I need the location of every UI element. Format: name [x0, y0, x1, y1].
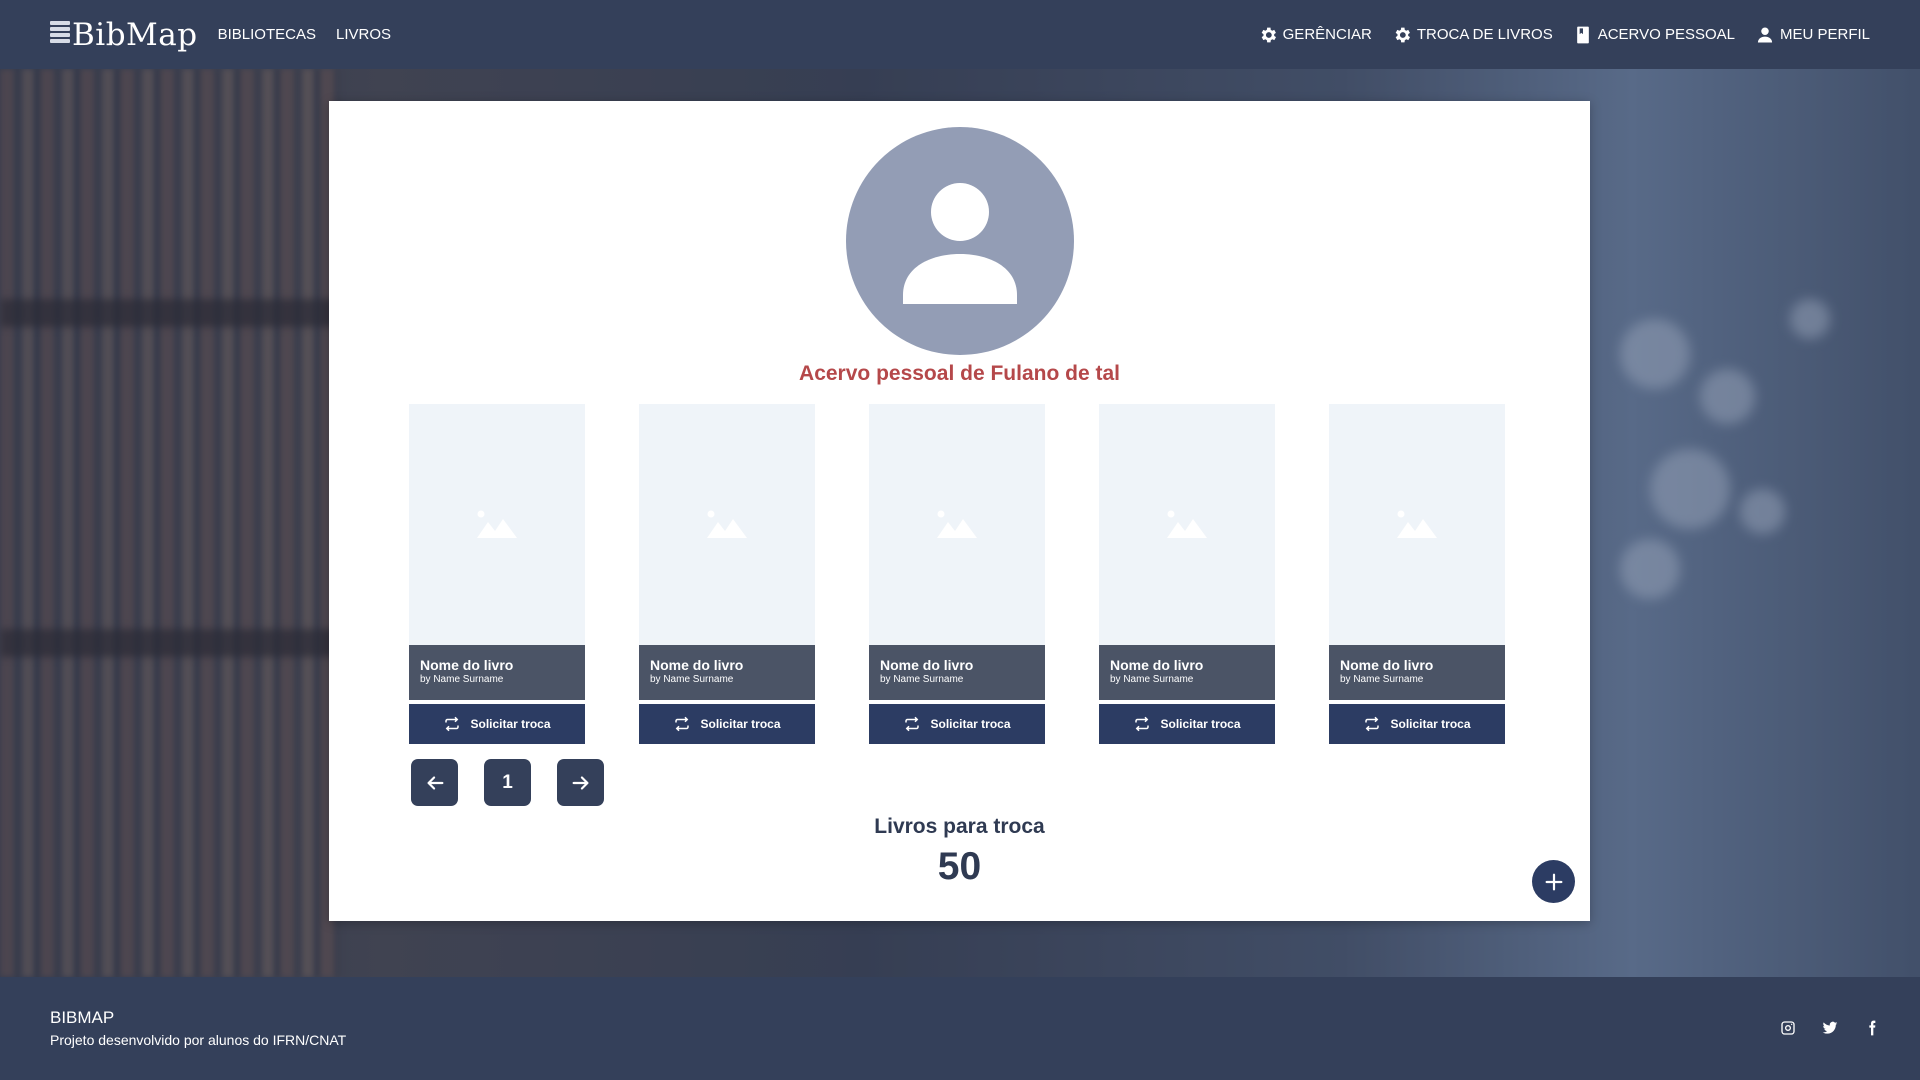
book-list: Nome do livro by Name Surname Solicitar … — [409, 404, 1505, 744]
facebook-link[interactable] — [1864, 1020, 1880, 1036]
book-author: by Name Surname — [420, 674, 504, 685]
image-placeholder-icon — [1397, 510, 1437, 538]
user-avatar-icon — [846, 127, 1074, 355]
image-placeholder-icon — [1167, 510, 1207, 538]
image-placeholder-icon — [477, 510, 517, 538]
request-trade-label: Solicitar troca — [700, 717, 781, 731]
books-stack-icon — [50, 20, 70, 45]
swap-icon — [675, 716, 690, 732]
social-links — [1780, 1020, 1880, 1036]
book-card[interactable]: Nome do livro by Name Surname Solicitar … — [409, 404, 585, 744]
bibmap-logo[interactable]: BibMap — [50, 17, 198, 53]
user-icon — [1757, 27, 1773, 42]
request-trade-button[interactable]: Solicitar troca — [409, 704, 585, 744]
swap-icon — [905, 716, 920, 732]
nav-troca-de-livros[interactable]: TROCA DE LIVROS — [1392, 25, 1553, 45]
book-card[interactable]: Nome do livro by Name Surname Solicitar … — [1099, 404, 1275, 744]
arrow-right-icon — [572, 775, 589, 790]
request-trade-button[interactable]: Solicitar troca — [1099, 704, 1275, 744]
nav-meu-perfil[interactable]: MEU PERFIL — [1755, 25, 1870, 45]
swap-icon — [445, 716, 460, 732]
book-card[interactable]: Nome do livro by Name Surname Solicitar … — [1329, 404, 1505, 744]
trade-count-value: 50 — [937, 845, 982, 888]
nav-livros[interactable]: LIVROS — [336, 26, 391, 43]
book-cover — [869, 404, 1045, 645]
book-info: Nome do livro by Name Surname — [1099, 645, 1275, 700]
nav-gerenciar[interactable]: GERÊNCIAR — [1258, 25, 1372, 45]
request-trade-label: Solicitar troca — [930, 717, 1011, 731]
trade-count-label: Livros para troca — [874, 815, 1045, 838]
nav-acervo-label: ACERVO PESSOAL — [1597, 26, 1735, 43]
twitter-icon — [1822, 1021, 1838, 1034]
book-cover — [1329, 404, 1505, 645]
request-trade-button[interactable]: Solicitar troca — [869, 704, 1045, 744]
instagram-link[interactable] — [1780, 1020, 1796, 1036]
book-card[interactable]: Nome do livro by Name Surname Solicitar … — [869, 404, 1045, 744]
book-info: Nome do livro by Name Surname — [1329, 645, 1505, 700]
acervo-card: Acervo pessoal de Fulano de tal Nome do … — [329, 101, 1590, 921]
nav-acervo-pessoal[interactable]: ACERVO PESSOAL — [1573, 25, 1735, 45]
request-trade-button[interactable]: Solicitar troca — [1329, 704, 1505, 744]
request-trade-label: Solicitar troca — [1390, 717, 1471, 731]
instagram-icon — [1781, 1021, 1795, 1035]
book-title: Nome do livro — [1110, 657, 1204, 673]
book-info: Nome do livro by Name Surname — [639, 645, 815, 700]
image-placeholder-icon — [707, 510, 747, 538]
nav-bibliotecas[interactable]: BIBLIOTECAS — [218, 26, 316, 43]
book-cover — [639, 404, 815, 645]
facebook-icon — [1869, 1020, 1876, 1036]
page-title: Acervo pessoal de Fulano de tal — [799, 362, 1120, 385]
swap-icon — [1365, 716, 1380, 732]
gear-icon — [1395, 27, 1410, 42]
footer-description: Projeto desenvolvido por alunos do IFRN/… — [50, 1032, 347, 1048]
nav-perfil-label: MEU PERFIL — [1779, 26, 1870, 43]
nav-gerenciar-label: GERÊNCIAR — [1282, 26, 1372, 43]
book-title: Nome do livro — [650, 657, 744, 673]
book-icon — [1576, 26, 1589, 43]
top-navbar: BibMap BIBLIOTECAS LIVROS GERÊNCIAR TROC… — [0, 0, 1920, 69]
current-page-button[interactable]: 1 — [484, 759, 531, 806]
book-info: Nome do livro by Name Surname — [869, 645, 1045, 700]
book-info: Nome do livro by Name Surname — [409, 645, 585, 700]
request-trade-label: Solicitar troca — [1160, 717, 1241, 731]
book-author: by Name Surname — [650, 674, 734, 685]
book-author: by Name Surname — [1340, 674, 1424, 685]
book-title: Nome do livro — [1340, 657, 1434, 673]
footer: BIBMAP Projeto desenvolvido por alunos d… — [0, 977, 1920, 1080]
image-placeholder-icon — [937, 510, 977, 538]
arrow-left-icon — [426, 775, 443, 790]
gear-icon — [1261, 27, 1276, 42]
add-book-button[interactable] — [1532, 860, 1575, 903]
book-card[interactable]: Nome do livro by Name Surname Solicitar … — [639, 404, 815, 744]
logo-text: BibMap — [72, 16, 198, 53]
pagination: 1 — [411, 759, 604, 806]
book-cover — [409, 404, 585, 645]
book-cover — [1099, 404, 1275, 645]
book-title: Nome do livro — [420, 657, 514, 673]
swap-icon — [1135, 716, 1150, 732]
twitter-link[interactable] — [1822, 1020, 1838, 1036]
request-trade-label: Solicitar troca — [470, 717, 551, 731]
book-author: by Name Surname — [1110, 674, 1194, 685]
plus-icon — [1545, 873, 1562, 890]
book-title: Nome do livro — [880, 657, 974, 673]
nav-troca-label: TROCA DE LIVROS — [1416, 26, 1553, 43]
next-page-button[interactable] — [557, 759, 604, 806]
request-trade-button[interactable]: Solicitar troca — [639, 704, 815, 744]
footer-brand: BIBMAP — [50, 1008, 115, 1027]
book-author: by Name Surname — [880, 674, 964, 685]
previous-page-button[interactable] — [411, 759, 458, 806]
